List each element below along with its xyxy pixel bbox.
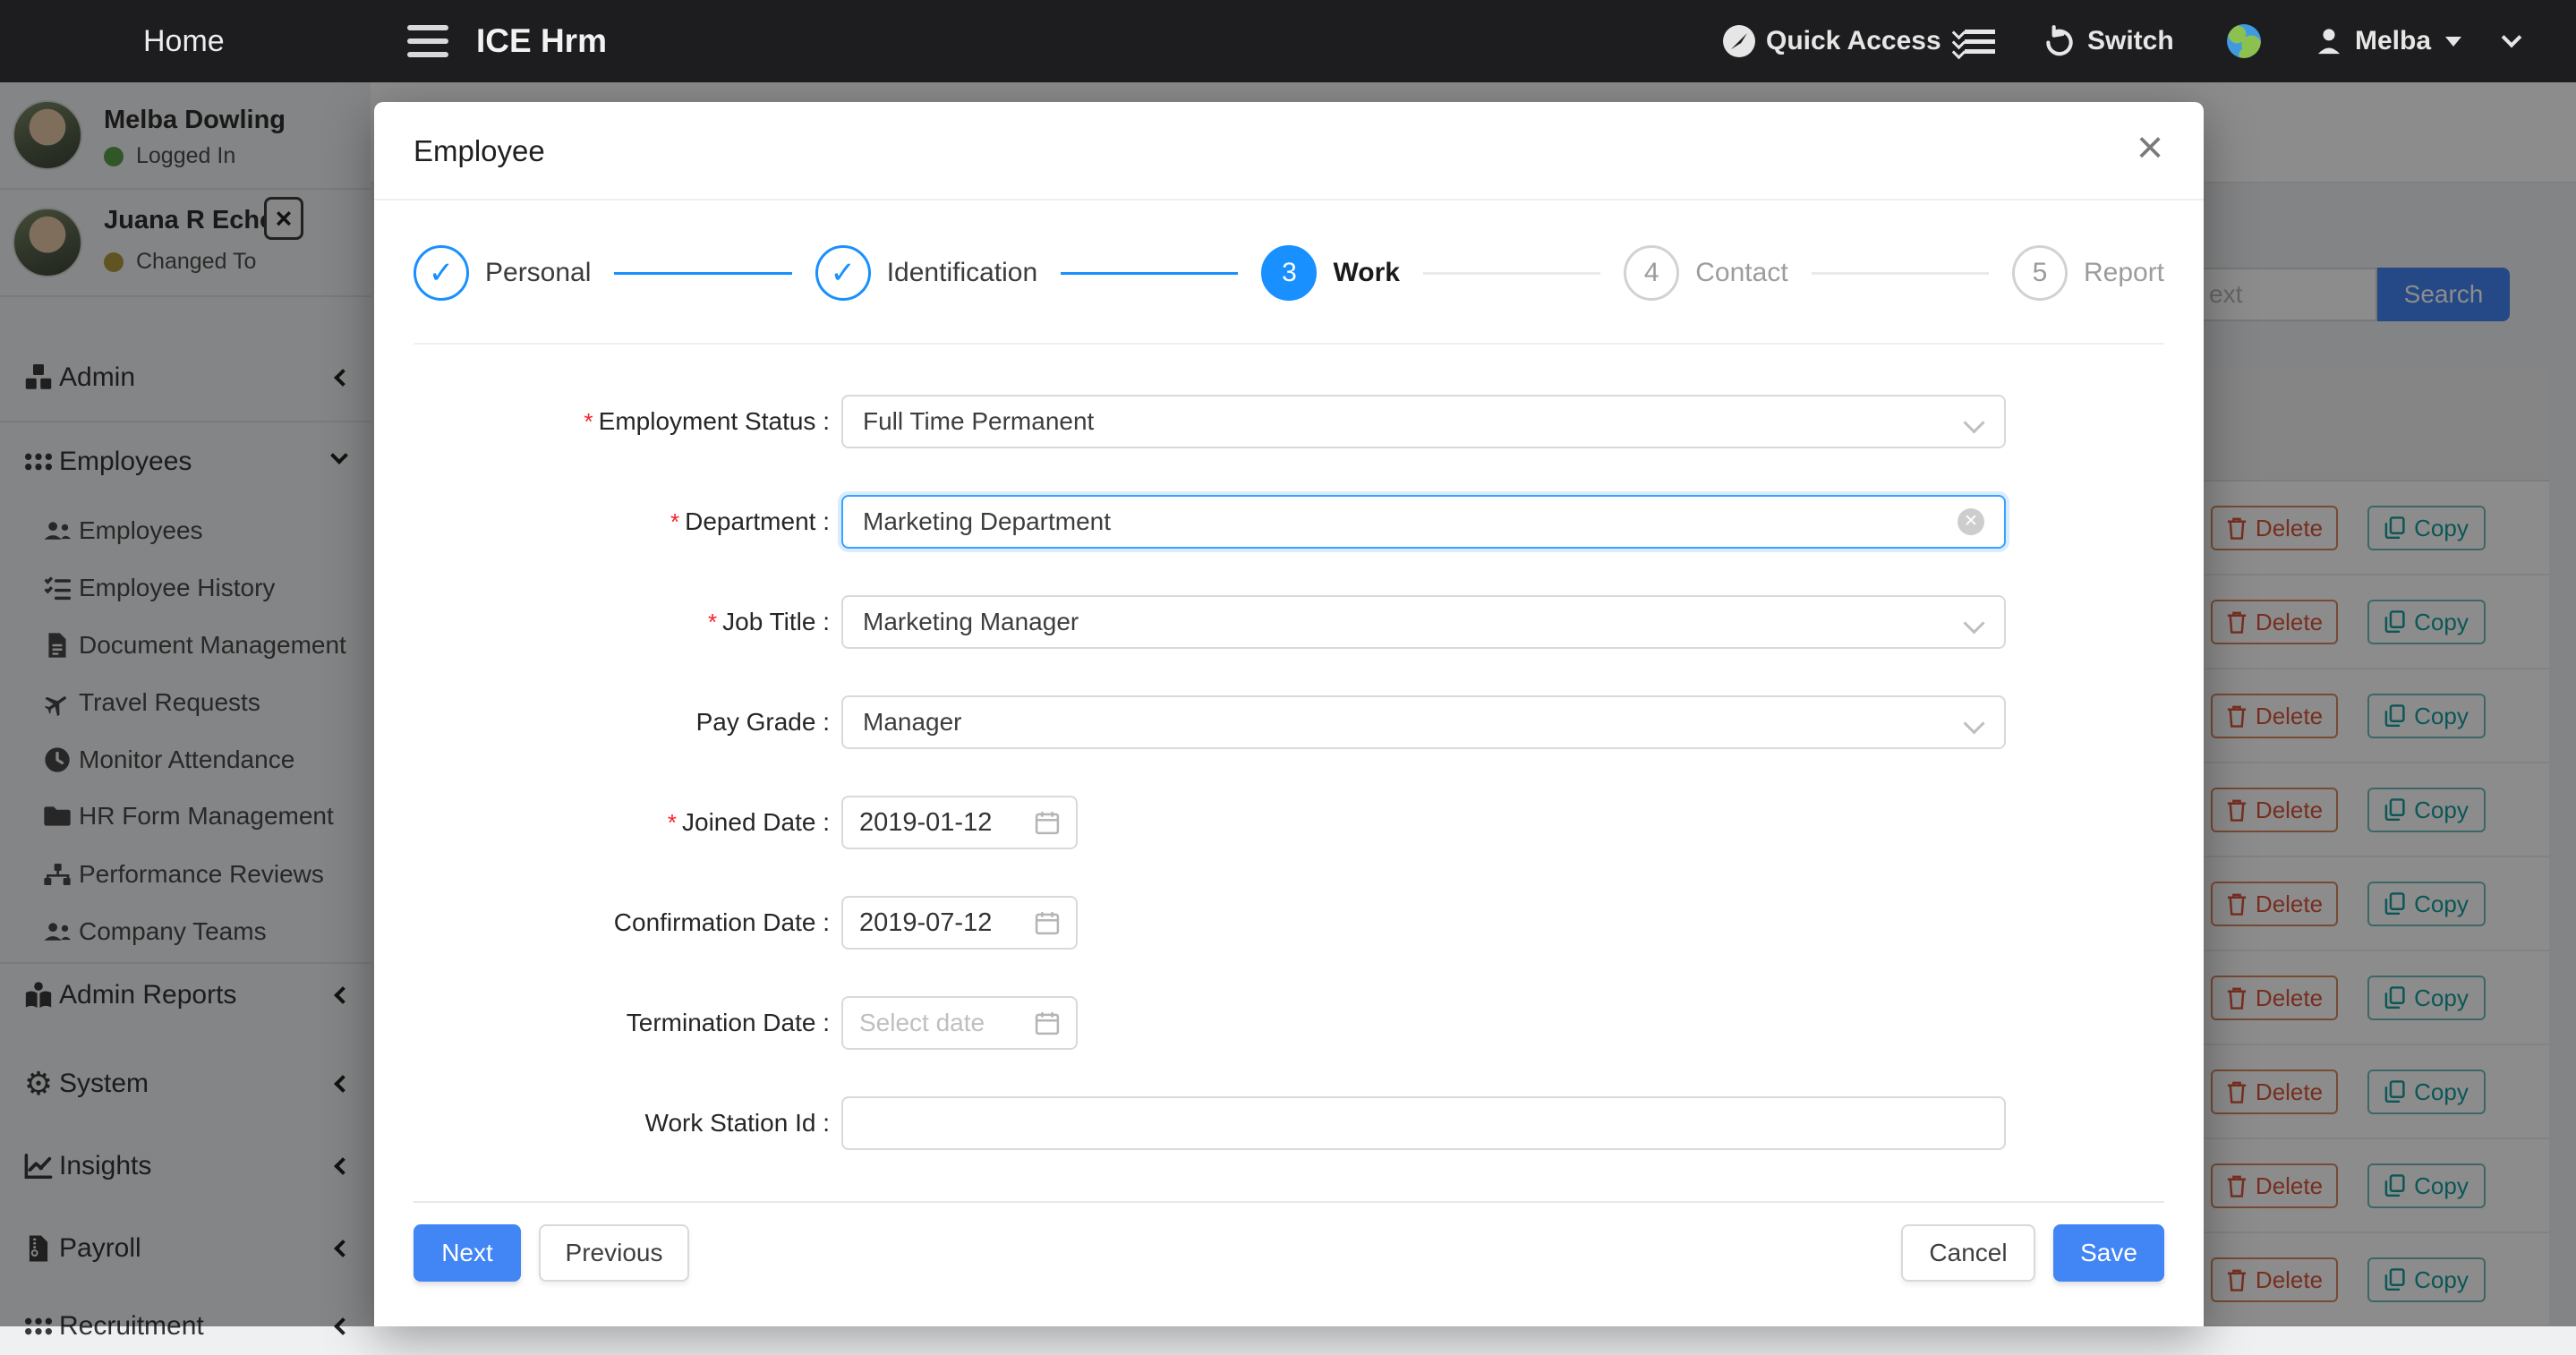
hamburger-menu-icon[interactable] — [407, 25, 448, 57]
modal-footer: Next Previous Cancel Save — [374, 1203, 2204, 1303]
chevron-down-icon — [1965, 612, 1984, 632]
switch-label: Switch — [2087, 26, 2174, 56]
step-report-icon[interactable]: 5 — [2012, 245, 2068, 301]
close-icon[interactable]: × — [2123, 122, 2177, 175]
switch-icon — [2043, 24, 2077, 58]
calendar-icon — [1035, 810, 1060, 835]
field-label: Confirmation Date : — [414, 908, 841, 937]
step-work-icon[interactable]: 3 — [1261, 245, 1317, 301]
select-value: Full Time Permanent — [863, 407, 1094, 436]
termination-date-picker[interactable]: Select date — [841, 996, 1078, 1050]
field-label: *Employment Status : — [414, 407, 841, 436]
user-icon — [2314, 26, 2344, 56]
quick-access-button[interactable]: Quick Access — [1723, 0, 1941, 82]
step-contact-icon[interactable]: 4 — [1624, 245, 1679, 301]
user-menu[interactable]: Melba — [2314, 0, 2461, 82]
step-connector — [1423, 272, 1600, 275]
check-icon: ✓ — [830, 255, 856, 291]
step-connector — [1812, 272, 1989, 275]
step-number: 3 — [1282, 258, 1297, 288]
field-label: *Joined Date : — [414, 808, 841, 837]
home-link[interactable]: Home — [143, 0, 225, 82]
step-identification-label: Identification — [887, 258, 1037, 288]
step-contact-label: Contact — [1695, 258, 1787, 288]
form-row-employment-status: *Employment Status : Full Time Permanent — [414, 395, 2164, 448]
step-report-label: Report — [2084, 258, 2164, 288]
select-value: Marketing Manager — [863, 608, 1079, 636]
field-label: Work Station Id : — [414, 1109, 841, 1138]
date-value: 2019-07-12 — [859, 908, 992, 938]
job-title-select[interactable]: Marketing Manager — [841, 595, 2006, 649]
switch-button[interactable]: Switch — [2043, 0, 2174, 82]
form-row-pay-grade: Pay Grade : Manager — [414, 695, 2164, 749]
next-button[interactable]: Next — [414, 1224, 521, 1282]
chevron-down-icon — [2502, 28, 2522, 48]
previous-button[interactable]: Previous — [539, 1224, 689, 1282]
calendar-icon — [1035, 910, 1060, 935]
department-select[interactable]: Marketing Department ✕ — [841, 495, 2006, 549]
wizard-steps: ✓ Personal ✓ Identification 3 Work 4 Con… — [374, 200, 2204, 343]
language-button[interactable] — [2227, 0, 2261, 82]
step-connector — [1061, 272, 1238, 275]
app-title: ICE Hrm — [476, 0, 607, 82]
step-number: 5 — [2033, 258, 2048, 288]
form-row-job-title: *Job Title : Marketing Manager — [414, 595, 2164, 649]
field-label: *Department : — [414, 507, 841, 536]
work-station-id-input[interactable] — [841, 1096, 2006, 1150]
step-personal-icon[interactable]: ✓ — [414, 245, 469, 301]
required-mark: * — [584, 408, 593, 435]
caret-down-icon — [2445, 37, 2461, 47]
step-connector — [614, 272, 791, 275]
form-row-department: *Department : Marketing Department ✕ — [414, 495, 2164, 549]
form-row-confirmation-date: Confirmation Date : 2019-07-12 — [414, 896, 2164, 950]
field-label: *Job Title : — [414, 608, 841, 636]
form-row-work-station-id: Work Station Id : — [414, 1096, 2164, 1150]
select-value: Manager — [863, 708, 962, 737]
save-button[interactable]: Save — [2053, 1224, 2164, 1282]
tasks-button[interactable] — [1965, 0, 1995, 82]
select-value: Marketing Department — [863, 507, 1111, 536]
form-row-termination-date: Termination Date : Select date — [414, 996, 2164, 1050]
pay-grade-select[interactable]: Manager — [841, 695, 2006, 749]
date-placeholder: Select date — [859, 1009, 985, 1037]
task-list-icon — [1965, 30, 1995, 54]
joined-date-picker[interactable]: 2019-01-12 — [841, 796, 1078, 849]
collapse-topbar-button[interactable] — [2504, 0, 2519, 82]
topbar: Home ICE Hrm Quick Access Switch Melba — [0, 0, 2576, 82]
modal-title: Employee — [414, 102, 545, 200]
chevron-down-icon — [1965, 712, 1984, 732]
employment-status-select[interactable]: Full Time Permanent — [841, 395, 2006, 448]
confirmation-date-picker[interactable]: 2019-07-12 — [841, 896, 1078, 950]
work-form: *Employment Status : Full Time Permanent… — [374, 345, 2204, 1203]
required-mark: * — [670, 508, 679, 535]
step-number: 4 — [1644, 258, 1659, 288]
quick-access-label: Quick Access — [1766, 26, 1941, 56]
clear-icon[interactable]: ✕ — [1958, 508, 1984, 535]
field-label: Termination Date : — [414, 1009, 841, 1037]
date-value: 2019-01-12 — [859, 808, 992, 838]
check-icon: ✓ — [429, 255, 455, 291]
cancel-button[interactable]: Cancel — [1901, 1224, 2035, 1282]
field-label: Pay Grade : — [414, 708, 841, 737]
chevron-down-icon — [1965, 412, 1984, 431]
required-mark: * — [668, 809, 677, 836]
step-identification-icon[interactable]: ✓ — [815, 245, 871, 301]
form-row-joined-date: *Joined Date : 2019-01-12 — [414, 796, 2164, 849]
step-personal-label: Personal — [485, 258, 591, 288]
compass-icon — [1723, 25, 1755, 57]
globe-icon — [2227, 24, 2261, 58]
step-work-label: Work — [1333, 258, 1399, 288]
modal-header: Employee × — [374, 102, 2204, 200]
user-label: Melba — [2355, 26, 2431, 56]
calendar-icon — [1035, 1010, 1060, 1035]
employee-modal: Employee × ✓ Personal ✓ Identification 3… — [374, 102, 2204, 1326]
required-mark: * — [708, 609, 717, 635]
